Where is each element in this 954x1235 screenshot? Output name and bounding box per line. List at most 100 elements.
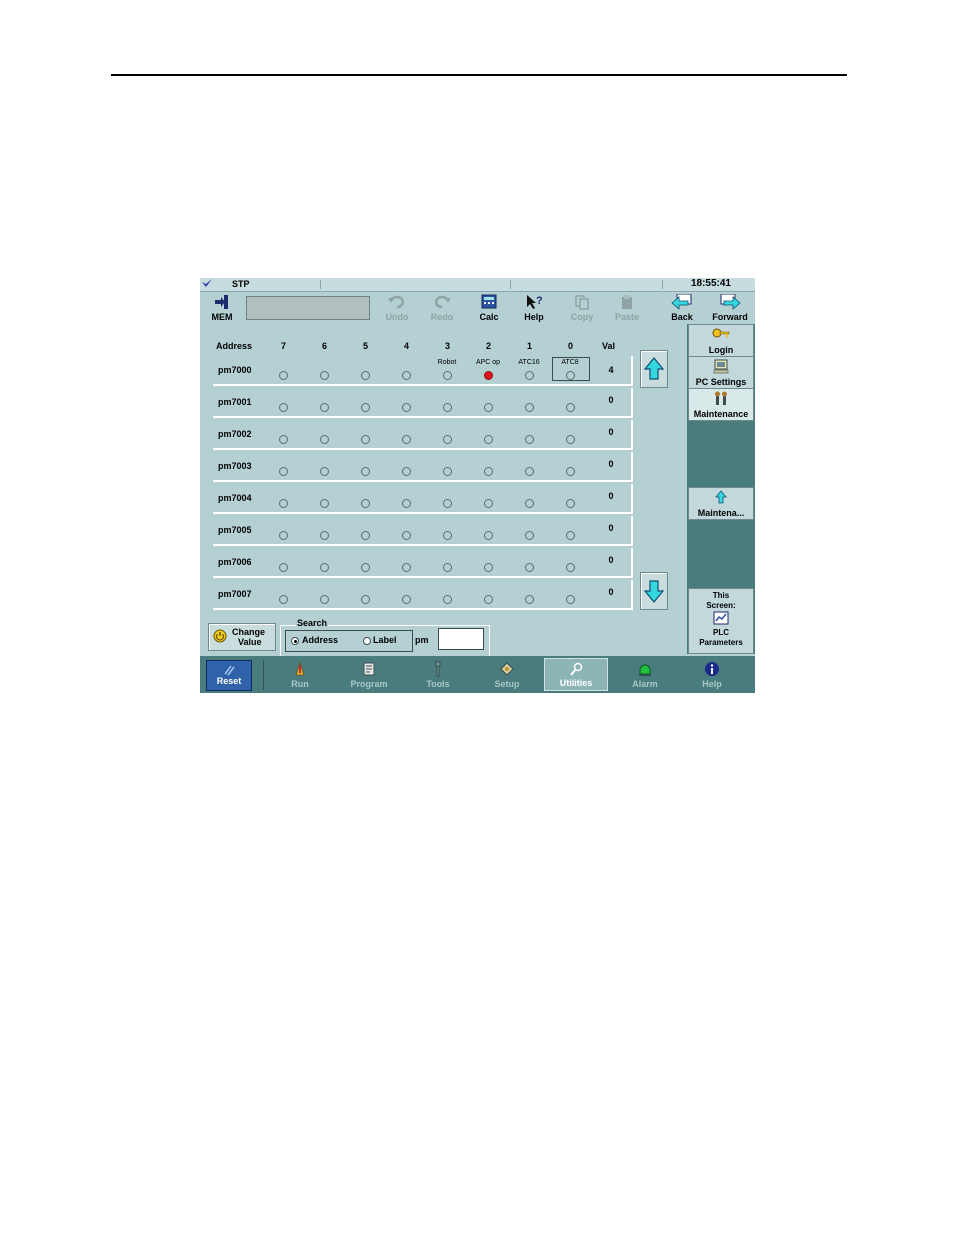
bit-0-indicator[interactable]: [566, 467, 575, 476]
bit-6-indicator[interactable]: [320, 467, 329, 476]
bit-4-indicator[interactable]: [402, 563, 411, 572]
address-radio[interactable]: [291, 637, 299, 645]
bit-2-indicator[interactable]: [484, 467, 493, 476]
search-input[interactable]: [438, 628, 484, 650]
bit-1-indicator[interactable]: [525, 563, 534, 572]
bit-7-indicator[interactable]: [279, 435, 288, 444]
bit-2-indicator[interactable]: [484, 403, 493, 412]
bit-7-indicator[interactable]: [279, 403, 288, 412]
bit-7-indicator[interactable]: [279, 531, 288, 540]
tab-program[interactable]: Program: [337, 658, 401, 691]
bit-4-indicator[interactable]: [402, 499, 411, 508]
table-row[interactable]: pm7001 0: [213, 388, 633, 418]
bit-0-indicator[interactable]: [566, 595, 575, 604]
redo-button[interactable]: Redo: [422, 292, 462, 323]
bit-4-indicator[interactable]: [402, 371, 411, 380]
bit-4-indicator[interactable]: [402, 403, 411, 412]
bit-1-indicator[interactable]: [525, 435, 534, 444]
bit-5-indicator[interactable]: [361, 595, 370, 604]
bit-0-indicator[interactable]: [566, 531, 575, 540]
tab-utilities[interactable]: Utilities: [544, 658, 608, 691]
bit-3-indicator[interactable]: [443, 595, 452, 604]
back-button[interactable]: Back: [662, 292, 702, 323]
bit-1-indicator[interactable]: [525, 531, 534, 540]
bit-7-indicator[interactable]: [279, 499, 288, 508]
undo-button[interactable]: Undo: [377, 292, 417, 323]
bit-5-indicator[interactable]: [361, 403, 370, 412]
pc-settings-button[interactable]: PC Settings: [688, 356, 754, 389]
mem-button[interactable]: MEM: [202, 292, 242, 323]
bit-5-indicator[interactable]: [361, 371, 370, 380]
label-radio-label[interactable]: Label: [373, 635, 397, 645]
bit-2-indicator[interactable]: [484, 371, 493, 380]
change-value-button[interactable]: Change Value: [208, 623, 276, 651]
bit-4-indicator[interactable]: [402, 531, 411, 540]
bit-4-indicator[interactable]: [402, 595, 411, 604]
bit-0-indicator[interactable]: [566, 403, 575, 412]
bit-3-indicator[interactable]: [443, 563, 452, 572]
bit-4-indicator[interactable]: [402, 435, 411, 444]
table-row[interactable]: pm7004 0: [213, 484, 633, 514]
bit-2-indicator[interactable]: [484, 435, 493, 444]
bit-3-indicator[interactable]: [443, 467, 452, 476]
bit-0-indicator[interactable]: [566, 499, 575, 508]
bit-6-indicator[interactable]: [320, 403, 329, 412]
bit-3-indicator[interactable]: [443, 435, 452, 444]
bit-2-indicator[interactable]: [484, 595, 493, 604]
table-row[interactable]: pm7005 0: [213, 516, 633, 546]
tab-help[interactable]: Help: [680, 658, 744, 691]
reset-button[interactable]: Reset: [206, 660, 252, 691]
bit-2-indicator[interactable]: [484, 563, 493, 572]
bit-0-indicator[interactable]: [566, 435, 575, 444]
bit-3-indicator[interactable]: [443, 403, 452, 412]
bit-2-indicator[interactable]: [484, 531, 493, 540]
scroll-down-button[interactable]: [640, 572, 668, 610]
bit-7-indicator[interactable]: [279, 371, 288, 380]
bit-6-indicator[interactable]: [320, 531, 329, 540]
bit-6-indicator[interactable]: [320, 595, 329, 604]
login-button[interactable]: Login: [688, 324, 754, 357]
tab-setup[interactable]: Setup: [475, 658, 539, 691]
bit-5-indicator[interactable]: [361, 531, 370, 540]
bit-4-indicator[interactable]: [402, 467, 411, 476]
bit-0-indicator[interactable]: [566, 371, 575, 380]
label-radio[interactable]: [363, 637, 371, 645]
bit-3-indicator[interactable]: [443, 371, 452, 380]
calc-button[interactable]: Calc: [469, 292, 509, 323]
bit-1-indicator[interactable]: [525, 371, 534, 380]
forward-button[interactable]: Forward: [707, 292, 753, 323]
bit-6-indicator[interactable]: [320, 563, 329, 572]
copy-button[interactable]: Copy: [562, 292, 602, 323]
table-row[interactable]: pm7000 Robot APC op ATC16 ATC8 4: [213, 356, 633, 386]
bit-6-indicator[interactable]: [320, 371, 329, 380]
maintena-button[interactable]: Maintena...: [688, 487, 754, 520]
bit-1-indicator[interactable]: [525, 403, 534, 412]
bit-7-indicator[interactable]: [279, 467, 288, 476]
tab-alarm[interactable]: Alarm: [613, 658, 677, 691]
bit-6-indicator[interactable]: [320, 499, 329, 508]
bit-7-indicator[interactable]: [279, 595, 288, 604]
bit-5-indicator[interactable]: [361, 435, 370, 444]
table-row[interactable]: pm7003 0: [213, 452, 633, 482]
bit-6-indicator[interactable]: [320, 435, 329, 444]
bit-7-indicator[interactable]: [279, 563, 288, 572]
help-button[interactable]: ? Help: [514, 292, 554, 323]
maintenance-button[interactable]: Maintenance: [688, 388, 754, 421]
bit-1-indicator[interactable]: [525, 499, 534, 508]
bit-1-indicator[interactable]: [525, 467, 534, 476]
table-row[interactable]: pm7006 0: [213, 548, 633, 578]
bit-1-indicator[interactable]: [525, 595, 534, 604]
bit-3-indicator[interactable]: [443, 499, 452, 508]
address-radio-label[interactable]: Address: [302, 635, 338, 645]
tab-tools[interactable]: Tools: [406, 658, 470, 691]
bit-2-indicator[interactable]: [484, 499, 493, 508]
table-row[interactable]: pm7007 0: [213, 580, 633, 610]
tab-run[interactable]: Run: [268, 658, 332, 691]
table-row[interactable]: pm7002 0: [213, 420, 633, 450]
bit-0-indicator[interactable]: [566, 563, 575, 572]
bit-5-indicator[interactable]: [361, 499, 370, 508]
scroll-up-button[interactable]: [640, 350, 668, 388]
bit-5-indicator[interactable]: [361, 563, 370, 572]
bit-5-indicator[interactable]: [361, 467, 370, 476]
paste-button[interactable]: Paste: [607, 292, 647, 323]
